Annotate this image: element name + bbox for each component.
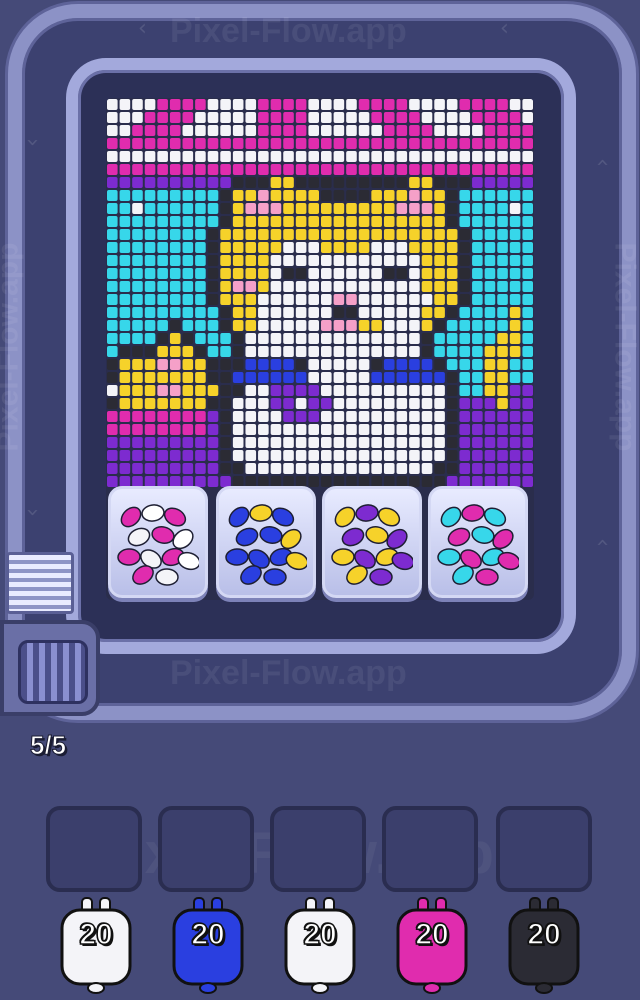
chevron-up-icon: ‹ (589, 538, 615, 547)
tray-1[interactable] (108, 486, 208, 598)
chevron-down-icon: ‹ (19, 138, 45, 147)
slot-5[interactable] (496, 806, 592, 892)
shooter-ammo-count: 20 (527, 917, 562, 952)
shooter-ammo-count: 20 (415, 917, 450, 952)
shooter-ammo-count: 20 (191, 917, 226, 952)
tray-3[interactable] (322, 486, 422, 598)
chevron-left-icon: ‹ (500, 16, 509, 41)
coil-spring-icon (18, 640, 88, 704)
shooter-white-2[interactable]: 20 (280, 896, 360, 996)
chevron-up-icon: ‹ (589, 158, 615, 167)
slot-2[interactable] (158, 806, 254, 892)
shooter-black[interactable]: 20 (504, 896, 584, 996)
conveyor-capacity-counter: 5/5 (29, 730, 67, 761)
shooter-ammo-count: 20 (303, 917, 338, 952)
shooter-blue[interactable]: 20 (168, 896, 248, 996)
slot-1[interactable] (46, 806, 142, 892)
chevron-left-icon: ‹ (138, 16, 147, 41)
shooter-white-1[interactable]: 20 (56, 896, 136, 996)
chevron-down-icon: ‹ (19, 508, 45, 517)
slot-4[interactable] (382, 806, 478, 892)
slot-3[interactable] (270, 806, 366, 892)
shooter-pink[interactable]: 20 (392, 896, 472, 996)
tray-4[interactable] (428, 486, 528, 598)
shooter-ammo-count: 20 (79, 917, 114, 952)
tray-2[interactable] (216, 486, 316, 598)
color-trays (106, 486, 534, 604)
vent-grille (6, 552, 74, 614)
